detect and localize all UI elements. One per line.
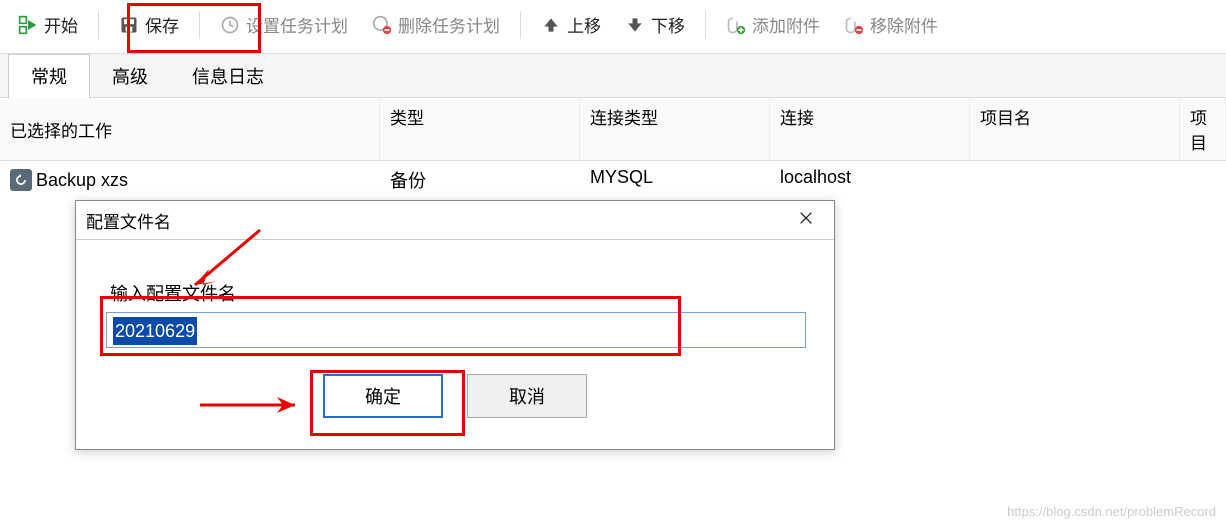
dialog-body: 输入配置文件名 20210629 确定 取消 [76,240,834,438]
start-label: 开始 [44,12,78,37]
add-attachment-label: 添加附件 [752,12,820,37]
clock-icon [220,15,240,35]
save-button[interactable]: 保存 [109,6,189,43]
row-project [970,161,1180,199]
row-project-short [1180,161,1226,199]
col-header-type: 类型 [380,98,580,160]
col-header-project: 项目名 [970,98,1180,160]
set-task-plan-button[interactable]: 设置任务计划 [210,6,358,43]
dialog-titlebar: 配置文件名 [76,201,834,240]
move-up-button[interactable]: 上移 [531,6,611,43]
separator [705,11,706,39]
save-icon [119,15,139,35]
delete-task-plan-label: 删除任务计划 [398,12,500,37]
arrow-down-icon [625,15,645,35]
play-icon [18,15,38,35]
backup-icon [10,169,32,191]
attachment-remove-icon [844,15,864,35]
profile-name-dialog: 配置文件名 输入配置文件名 20210629 确定 取消 [75,200,835,450]
tab-bar: 常规 高级 信息日志 [0,54,1226,97]
move-down-button[interactable]: 下移 [615,6,695,43]
separator [520,11,521,39]
table-row[interactable]: Backup xzs 备份 MYSQL localhost [0,161,1226,199]
start-button[interactable]: 开始 [8,6,88,43]
remove-attachment-label: 移除附件 [870,12,938,37]
set-task-plan-label: 设置任务计划 [246,12,348,37]
clock-remove-icon [372,15,392,35]
delete-task-plan-button[interactable]: 删除任务计划 [362,6,510,43]
col-header-conntype: 连接类型 [580,98,770,160]
ok-button[interactable]: 确定 [323,374,443,418]
col-header-conn: 连接 [770,98,970,160]
close-button[interactable] [788,207,824,233]
dialog-buttons: 确定 取消 [106,374,804,418]
row-conn: localhost [770,161,970,199]
move-up-label: 上移 [567,12,601,37]
attachment-add-icon [726,15,746,35]
watermark: https://blog.csdn.net/problemRecord [1007,504,1216,519]
toolbar: 开始 保存 设置任务计划 删除任务计划 上移 下移 [0,0,1226,54]
profile-name-input[interactable]: 20210629 [106,312,806,348]
arrow-up-icon [541,15,561,35]
dialog-title-text: 配置文件名 [86,208,171,233]
col-header-project-short: 项目 [1180,98,1226,160]
grid-header: 已选择的工作 类型 连接类型 连接 项目名 项目 [0,97,1226,161]
remove-attachment-button[interactable]: 移除附件 [834,6,948,43]
close-icon [798,209,814,232]
tab-log[interactable]: 信息日志 [170,54,286,97]
col-header-job: 已选择的工作 [0,98,380,160]
save-label: 保存 [145,12,179,37]
tab-general[interactable]: 常规 [8,54,90,98]
move-down-label: 下移 [651,12,685,37]
cancel-button[interactable]: 取消 [467,374,587,418]
profile-name-label: 输入配置文件名 [106,280,804,306]
row-job: Backup xzs [36,170,128,191]
add-attachment-button[interactable]: 添加附件 [716,6,830,43]
profile-name-value: 20210629 [113,317,197,345]
separator [98,11,99,39]
tab-advanced[interactable]: 高级 [90,54,170,97]
row-type: 备份 [380,161,580,199]
separator [199,11,200,39]
row-conntype: MYSQL [580,161,770,199]
